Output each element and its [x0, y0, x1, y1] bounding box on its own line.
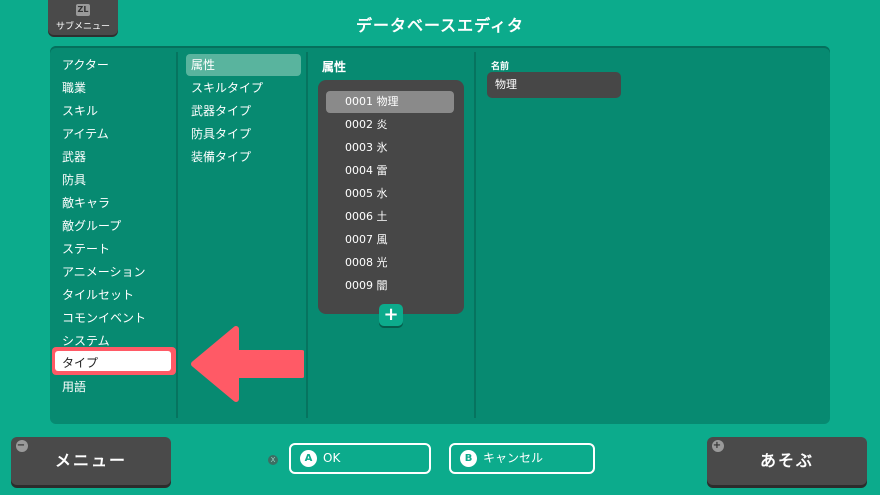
list-item[interactable]: 0001 物理 [345, 91, 399, 113]
list-item[interactable]: 0006 土 [345, 206, 388, 228]
category-item-type[interactable]: タイプ [62, 353, 98, 373]
column-divider [306, 52, 308, 418]
list-item[interactable]: 0003 氷 [345, 137, 388, 159]
list-item[interactable]: 0007 風 [345, 229, 388, 251]
list-item[interactable]: 0005 水 [345, 183, 388, 205]
subcategory-item-armor-type[interactable]: 防具タイプ [191, 124, 251, 144]
category-item-tileset[interactable]: タイルセット [62, 285, 134, 305]
category-item-item[interactable]: アイテム [62, 124, 109, 144]
cancel-button[interactable]: B キャンセル [449, 443, 595, 474]
list-item[interactable]: 0008 光 [345, 252, 388, 274]
x-button-icon: X [268, 455, 278, 465]
subcategory-item-skill-type[interactable]: スキルタイプ [191, 78, 263, 98]
category-item-troop[interactable]: 敵グループ [62, 216, 121, 236]
b-button-icon: B [460, 450, 477, 467]
a-button-icon: A [300, 450, 317, 467]
subcategory-item-equip-type[interactable]: 装備タイプ [191, 147, 251, 167]
attribute-list: 0001 物理 0002 炎 0003 氷 0004 雷 0005 水 0006… [318, 80, 464, 314]
add-button[interactable]: + [379, 304, 403, 326]
list-item[interactable]: 0002 炎 [345, 114, 388, 136]
list-item[interactable]: 0004 雷 [345, 160, 388, 182]
category-item-state[interactable]: ステート [62, 239, 110, 259]
category-item-animation[interactable]: アニメーション [62, 262, 146, 282]
name-label: 名前 [491, 62, 510, 72]
menu-button[interactable]: − メニュー [11, 437, 171, 485]
category-item-enemy[interactable]: 敵キャラ [62, 193, 110, 213]
subcategory-item-weapon-type[interactable]: 武器タイプ [191, 101, 251, 121]
ok-button[interactable]: A OK [289, 443, 431, 474]
category-item-terms[interactable]: 用語 [62, 377, 86, 397]
play-button[interactable]: + あそぶ [707, 437, 867, 485]
ok-button-label: OK [323, 451, 341, 465]
menu-button-label: メニュー [54, 451, 127, 470]
column-divider [176, 52, 178, 418]
category-item-actor[interactable]: アクター [62, 55, 109, 75]
arrow-left-icon [191, 326, 304, 402]
database-panel: アクター 職業 スキル アイテム 武器 防具 敵キャラ 敵グループ ステート ア… [50, 46, 830, 424]
category-item-common-event[interactable]: コモンイベント [62, 308, 146, 328]
plus-icon: + [712, 440, 724, 452]
page-title: データベースエディタ [355, 16, 525, 35]
category-item-class[interactable]: 職業 [62, 78, 86, 98]
category-item-armor[interactable]: 防具 [62, 170, 86, 190]
category-item-weapon[interactable]: 武器 [62, 147, 86, 167]
name-field[interactable]: 物理 [487, 72, 621, 98]
play-button-label: あそぶ [759, 451, 814, 470]
cancel-button-label: キャンセル [483, 451, 544, 465]
subcategory-item-element[interactable]: 属性 [191, 55, 215, 75]
attribute-list-header: 属性 [322, 60, 347, 74]
category-item-system[interactable]: システム [62, 331, 110, 351]
category-item-skill[interactable]: スキル [62, 101, 98, 121]
minus-icon: − [16, 440, 28, 452]
list-item[interactable]: 0009 闇 [345, 275, 388, 297]
column-divider [474, 52, 476, 418]
name-value: 物理 [495, 78, 517, 91]
